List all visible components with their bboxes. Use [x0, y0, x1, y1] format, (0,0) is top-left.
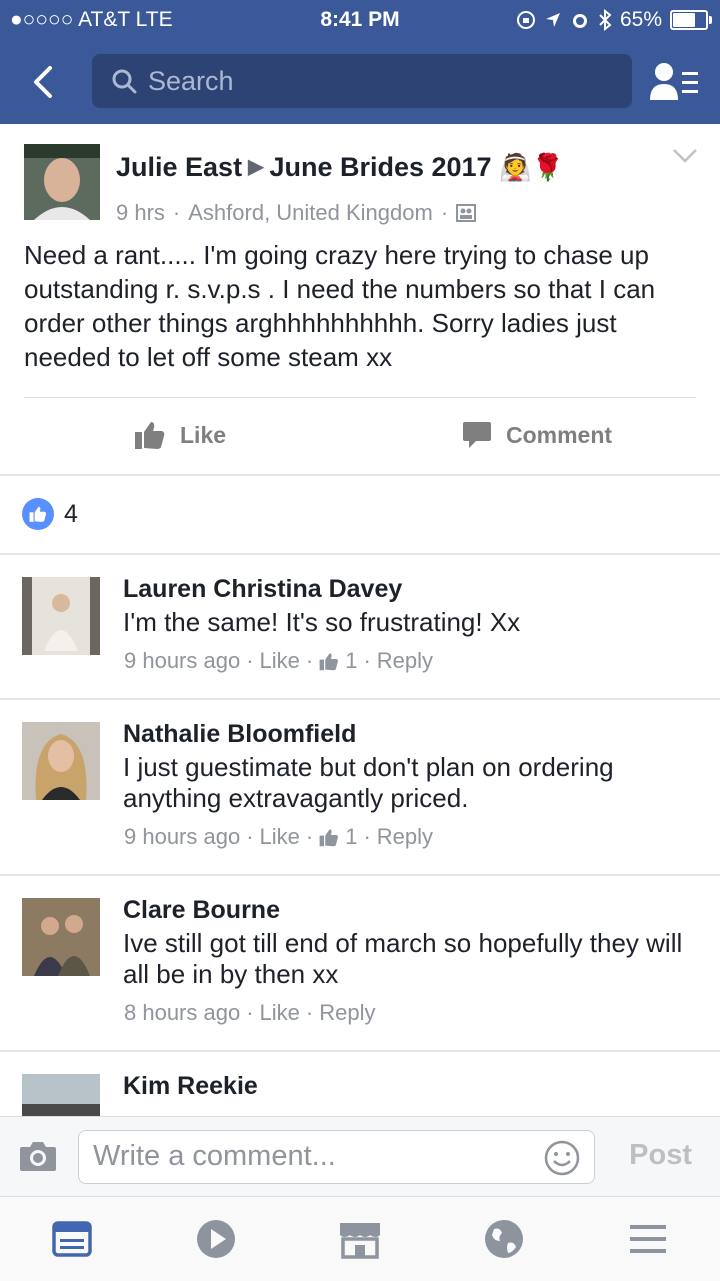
video-icon[interactable]: [192, 1215, 240, 1263]
comment-text: I just guestimate but don't plan on orde…: [123, 752, 614, 813]
comment-like-count: 1: [345, 824, 358, 849]
comment-text: Ive still got till end of march so hopef…: [123, 928, 683, 989]
commenter-avatar[interactable]: [22, 1074, 100, 1116]
thumbs-up-icon: [135, 422, 165, 449]
post-time[interactable]: 9 hrs: [116, 200, 165, 226]
commenter-name[interactable]: Nathalie Bloomfield: [123, 720, 356, 749]
group-emoji: 👰🌹: [499, 152, 564, 182]
comment-text: I'm the same! It's so frustrating! Xx: [123, 607, 521, 637]
divider: [24, 397, 696, 398]
commenter-name[interactable]: Clare Bourne: [123, 896, 280, 925]
comment-button[interactable]: Comment: [462, 420, 612, 450]
news-feed-icon[interactable]: [48, 1215, 96, 1263]
author-name[interactable]: Julie East: [116, 152, 242, 182]
comment-bubble-icon: [463, 422, 491, 448]
tab-bar: [0, 1196, 720, 1281]
sticker-smiley-icon[interactable]: [544, 1140, 580, 1176]
search-placeholder: Search: [148, 65, 234, 96]
group-audience-icon: [456, 204, 477, 222]
search-icon: [112, 69, 137, 94]
battery-level: [673, 13, 696, 27]
comment-item: Clare Bourne Ive still got till end of m…: [0, 876, 720, 1050]
comment-composer: Write a comment... Post: [0, 1116, 720, 1197]
location-icon: [545, 13, 560, 27]
comment-meta: 8 hours ago · Like · Reply: [124, 1000, 376, 1026]
separator: [0, 474, 720, 476]
commenter-avatar[interactable]: [22, 898, 100, 976]
chevron-down-icon[interactable]: [672, 148, 698, 164]
like-reaction-icon: [22, 498, 54, 530]
status-bar: ●○○○○ AT&T LTE 8:41 PM 65%: [0, 0, 720, 40]
post-button[interactable]: Post: [629, 1139, 692, 1172]
notifications-globe-icon[interactable]: [480, 1215, 528, 1263]
alarm-icon: [572, 14, 587, 28]
reaction-summary[interactable]: 4: [22, 498, 78, 530]
like-label: Like: [180, 421, 227, 448]
friends-menu-icon[interactable]: [650, 60, 700, 104]
commenter-name[interactable]: Lauren Christina Davey: [123, 575, 402, 604]
bluetooth-icon: [599, 9, 612, 31]
comment-placeholder: Write a comment...: [93, 1140, 336, 1172]
marketplace-icon[interactable]: [336, 1215, 384, 1263]
rotation-lock-icon: [516, 11, 535, 29]
comment-meta: 9 hours ago · Like · 1 · Reply: [124, 824, 434, 850]
post-body: Need a rant..... I'm going crazy here tr…: [24, 240, 656, 372]
comment-item: Nathalie Bloomfield I just guestimate bu…: [0, 700, 720, 874]
comment-label: Comment: [506, 421, 613, 448]
comment-like-link[interactable]: Like: [260, 648, 300, 674]
comment-like-link[interactable]: Like: [260, 1000, 300, 1026]
comment-item: Lauren Christina Davey I'm the same! It'…: [0, 555, 720, 698]
comment-like-link[interactable]: Like: [260, 824, 300, 850]
commenter-name[interactable]: Kim Reekie: [123, 1072, 258, 1101]
comment-input[interactable]: Write a comment...: [78, 1130, 595, 1184]
top-bar: ●○○○○ AT&T LTE 8:41 PM 65% Search: [0, 0, 720, 124]
comment-reply-link[interactable]: Reply: [377, 648, 433, 674]
comment-reply-link[interactable]: Reply: [377, 824, 433, 850]
post-header: Julie East ▶ June Brides 2017 👰🌹: [116, 152, 564, 183]
arrow-right-icon: ▶: [248, 156, 264, 178]
like-button[interactable]: Like: [134, 420, 226, 450]
comment-item: Kim Reekie: [0, 1052, 720, 1116]
back-icon[interactable]: [24, 62, 64, 102]
search-input[interactable]: Search: [92, 54, 632, 108]
thumbs-up-icon: [319, 828, 339, 846]
comment-reply-link[interactable]: Reply: [319, 1000, 375, 1026]
group-name[interactable]: June Brides 2017: [269, 152, 491, 182]
comment-time: 9 hours ago: [124, 824, 241, 849]
meta-dot: ·: [172, 200, 181, 225]
commenter-avatar[interactable]: [22, 722, 100, 800]
meta-dot: ·: [440, 200, 449, 225]
comment-time: 8 hours ago: [124, 1000, 241, 1025]
menu-icon[interactable]: [624, 1215, 672, 1263]
comment-like-count: 1: [345, 648, 358, 673]
comment-time: 9 hours ago: [124, 648, 241, 673]
post-meta: 9 hrs · Ashford, United Kingdom ·: [116, 200, 477, 226]
commenter-avatar[interactable]: [22, 577, 100, 655]
post-location[interactable]: Ashford, United Kingdom: [188, 200, 433, 226]
battery-icon: [670, 10, 712, 30]
camera-icon[interactable]: [18, 1139, 58, 1173]
status-icons: 65%: [516, 8, 712, 32]
like-count: 4: [64, 499, 78, 528]
comment-meta: 9 hours ago · Like · 1 · Reply: [124, 648, 434, 674]
battery-percent: 65%: [619, 8, 662, 31]
author-avatar[interactable]: [24, 144, 100, 220]
thumbs-up-icon: [319, 652, 339, 670]
